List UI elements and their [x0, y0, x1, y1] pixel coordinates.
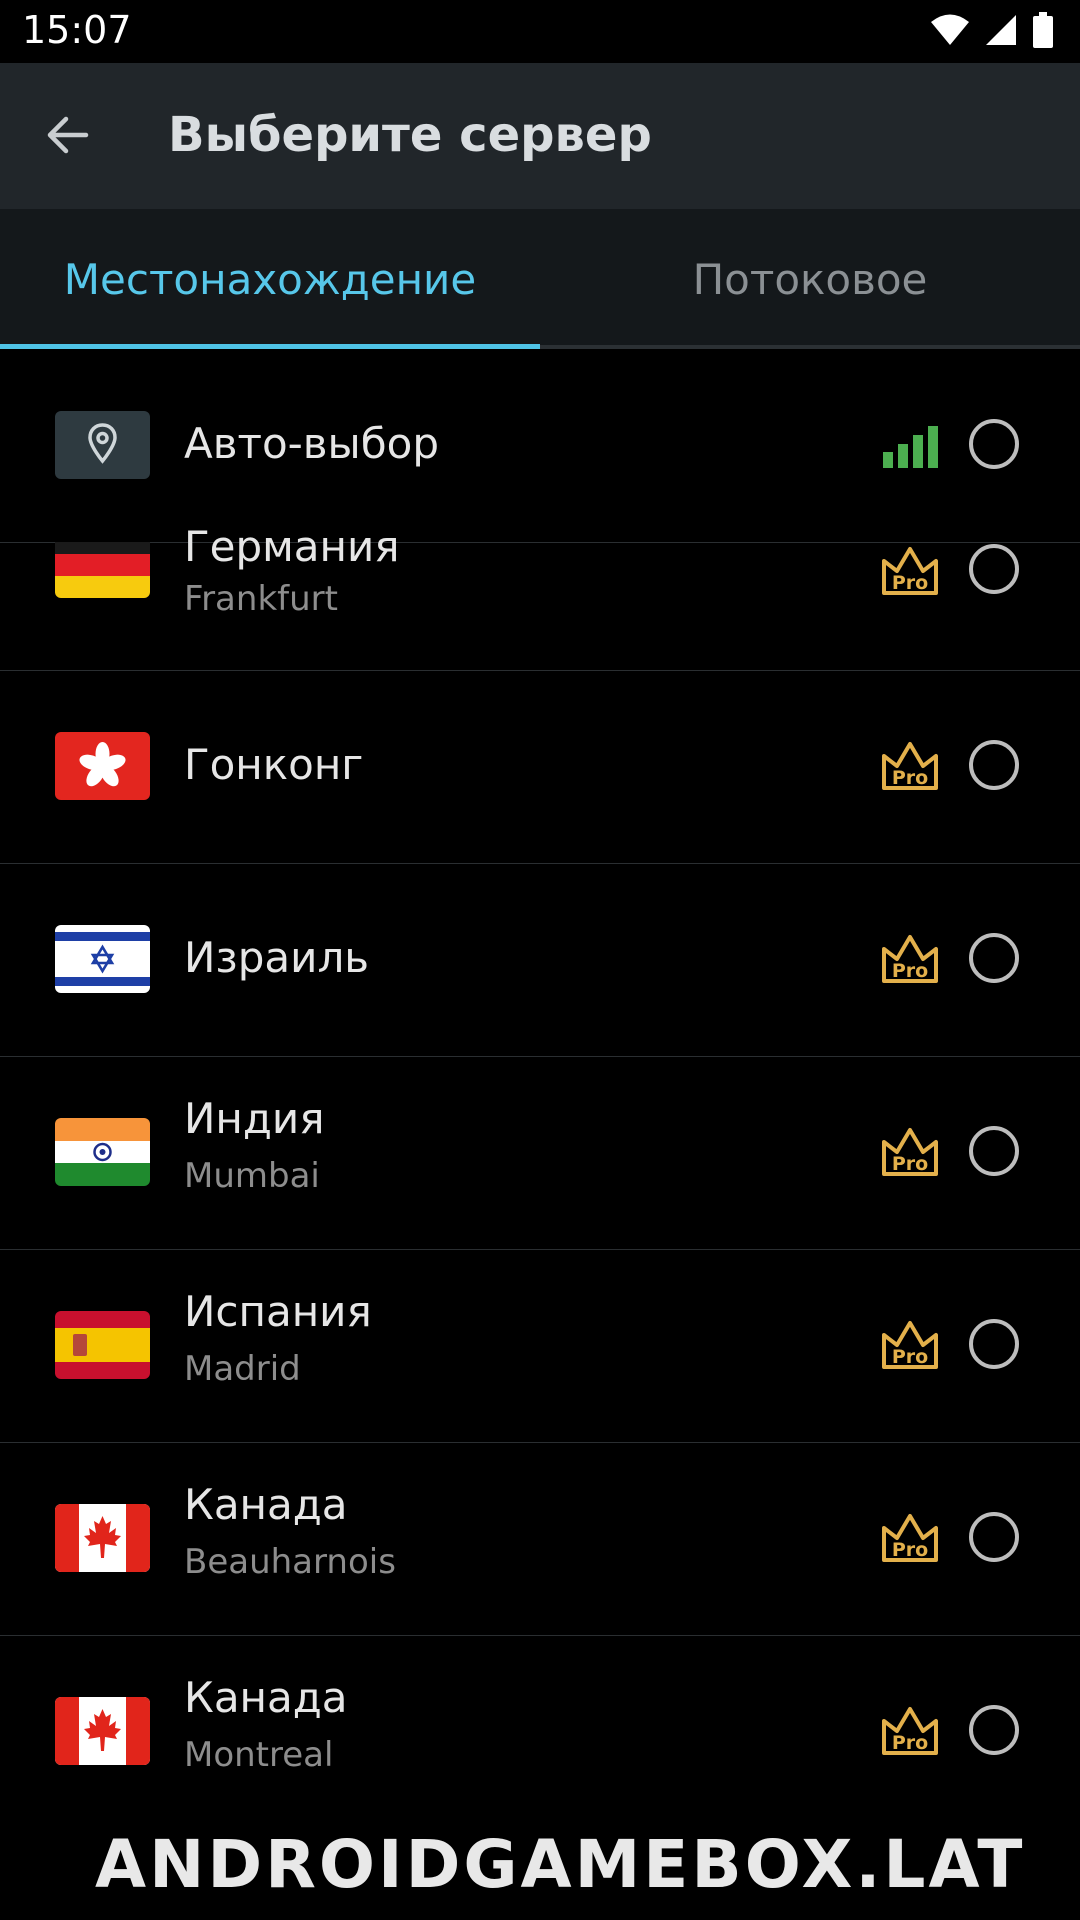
watermark: ANDROIDGAMEBOX.LAT: [95, 1826, 1026, 1903]
pro-crown-icon: Pro: [882, 742, 938, 790]
server-city: Madrid: [184, 1349, 301, 1389]
battery-icon: [1033, 12, 1053, 48]
signal-strength-icon: [883, 426, 938, 468]
radio-button[interactable]: [969, 544, 1019, 594]
server-name: Канада: [184, 1480, 348, 1529]
svg-text:Pro: Pro: [892, 1153, 928, 1175]
server-name: Канада: [184, 1673, 348, 1722]
radio-button[interactable]: [969, 933, 1019, 983]
flag-canada-icon: [55, 1697, 150, 1765]
tab-bar: Местонахождение Потоковое: [0, 209, 1080, 349]
server-name: Испания: [184, 1287, 372, 1336]
server-row[interactable]: Израиль Pro: [0, 863, 1080, 1057]
flag-canada-icon: [55, 1504, 150, 1572]
app-bar: Выберите сервер: [0, 63, 1080, 209]
svg-text:Pro: Pro: [892, 1732, 928, 1754]
server-name: Израиль: [184, 933, 370, 982]
server-name: Гонконг: [184, 740, 364, 789]
server-city: Mumbai: [184, 1156, 320, 1196]
radio-button[interactable]: [969, 1705, 1019, 1755]
flag-hong-kong-icon: [55, 732, 150, 800]
svg-text:Pro: Pro: [892, 960, 928, 982]
server-row[interactable]: Германия Frankfurt Pro: [0, 522, 1080, 671]
radio-button[interactable]: [969, 419, 1019, 469]
radio-button[interactable]: [969, 1512, 1019, 1562]
tab-streaming[interactable]: Потоковое: [540, 209, 1080, 349]
svg-text:Pro: Pro: [892, 1539, 928, 1561]
radio-button[interactable]: [969, 1319, 1019, 1369]
server-list[interactable]: Авто-выбор Германия Frankfurt Pro Гонкон…: [0, 349, 1080, 1920]
server-row[interactable]: Испания Madrid Pro: [0, 1249, 1080, 1443]
server-city: Montreal: [184, 1735, 334, 1775]
radio-button[interactable]: [969, 740, 1019, 790]
page-title: Выберите сервер: [168, 107, 652, 163]
back-button[interactable]: [36, 103, 100, 167]
flag-india-icon: [55, 1118, 150, 1186]
server-city: Frankfurt: [184, 579, 338, 619]
svg-text:Pro: Pro: [892, 572, 928, 594]
pro-crown-icon: Pro: [882, 547, 938, 595]
server-row-auto[interactable]: Авто-выбор: [0, 349, 1080, 543]
cell-signal-icon: [986, 15, 1016, 45]
radio-button[interactable]: [969, 1126, 1019, 1176]
status-icons: [930, 12, 1054, 48]
pro-crown-icon: Pro: [882, 1321, 938, 1369]
flag-spain-icon: [55, 1311, 150, 1379]
location-pin-icon: [55, 411, 150, 479]
server-name: Авто-выбор: [184, 419, 439, 468]
flag-israel-icon: [55, 925, 150, 993]
wifi-icon: [931, 14, 969, 45]
svg-text:Pro: Pro: [892, 1346, 928, 1368]
flag-germany-icon: [55, 542, 150, 598]
server-row[interactable]: Индия Mumbai Pro: [0, 1056, 1080, 1250]
pro-crown-icon: Pro: [882, 1514, 938, 1562]
svg-text:Pro: Pro: [892, 767, 928, 789]
pro-crown-icon: Pro: [882, 935, 938, 983]
arrow-back-icon: [47, 116, 89, 154]
status-time: 15:07: [22, 8, 132, 52]
server-name: Германия: [184, 522, 400, 571]
pro-crown-icon: Pro: [882, 1707, 938, 1755]
server-row[interactable]: Канада Montreal Pro: [0, 1635, 1080, 1828]
server-name: Индия: [184, 1094, 325, 1143]
tab-location[interactable]: Местонахождение: [0, 209, 540, 349]
pro-crown-icon: Pro: [882, 1128, 938, 1176]
status-bar: 15:07: [0, 0, 1080, 63]
server-row[interactable]: Гонконг Pro: [0, 670, 1080, 864]
server-row[interactable]: Канада Beauharnois Pro: [0, 1442, 1080, 1636]
server-city: Beauharnois: [184, 1542, 396, 1582]
